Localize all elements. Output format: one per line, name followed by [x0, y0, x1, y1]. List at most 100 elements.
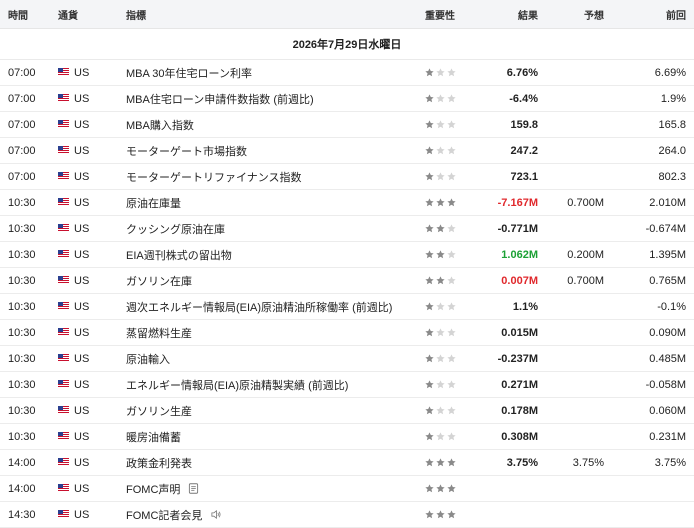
- event-indicator-label[interactable]: クッシング原油在庫: [126, 221, 225, 237]
- event-time: 10:30: [8, 300, 36, 313]
- event-indicator-label[interactable]: 原油在庫量: [126, 195, 181, 211]
- table-row[interactable]: 14:30 US FOMC記者会見: [0, 502, 694, 528]
- event-indicator[interactable]: 暖房油備蓄: [126, 429, 181, 445]
- event-indicator-label[interactable]: 暖房油備蓄: [126, 429, 181, 445]
- us-flag-icon: [58, 406, 69, 414]
- event-previous: 6.69%: [654, 66, 686, 79]
- table-row[interactable]: 10:30 US 週次エネルギー情報局(EIA)原油精油所稼働率 (前週比) 1.1%…: [0, 294, 694, 320]
- star-filled-icon: [425, 146, 434, 155]
- event-indicator[interactable]: FOMC記者会見: [126, 507, 221, 523]
- event-indicator-label[interactable]: MBA 30年住宅ローン利率: [126, 65, 252, 81]
- event-indicator-label[interactable]: MBA購入指数: [126, 117, 194, 133]
- event-currency: US: [74, 326, 90, 339]
- table-row[interactable]: 10:30 US ガソリン在庫 0.007M 0.700M 0.765M: [0, 268, 694, 294]
- event-actual: 1.1%: [512, 300, 538, 313]
- event-indicator[interactable]: エネルギー情報局(EIA)原油精製実績 (前週比): [126, 377, 348, 393]
- table-row[interactable]: 07:00 US MBA住宅ローン申請件数指数 (前週比) -6.4% 1.9%: [0, 86, 694, 112]
- star-empty-icon: [447, 94, 456, 103]
- event-currency: US: [74, 274, 90, 287]
- table-row[interactable]: 07:00 US MBA購入指数 159.8 165.8: [0, 112, 694, 138]
- event-indicator-label[interactable]: モーターゲートリファイナンス指数: [126, 169, 302, 185]
- star-empty-icon: [436, 94, 445, 103]
- event-indicator[interactable]: MBA住宅ローン申請件数指数 (前週比): [126, 91, 314, 107]
- event-indicator-label[interactable]: 蒸留燃料生産: [126, 325, 192, 341]
- event-actual: 6.76%: [506, 66, 538, 79]
- event-previous: 264.0: [658, 144, 686, 157]
- event-indicator-label[interactable]: 週次エネルギー情報局(EIA)原油精油所稼働率 (前週比): [126, 299, 392, 315]
- star-filled-icon: [425, 510, 434, 519]
- event-indicator[interactable]: 週次エネルギー情報局(EIA)原油精油所稼働率 (前週比): [126, 299, 392, 315]
- table-row[interactable]: 14:00 US FOMC声明: [0, 476, 694, 502]
- event-time: 10:30: [8, 274, 36, 287]
- table-row[interactable]: 10:30 US 原油在庫量 -7.167M 0.700M 2.010M: [0, 190, 694, 216]
- star-filled-icon: [447, 458, 456, 467]
- event-indicator[interactable]: 政策金利発表: [126, 455, 192, 471]
- table-row[interactable]: 07:00 US MBA 30年住宅ローン利率 6.76% 6.69%: [0, 60, 694, 86]
- table-row[interactable]: 10:30 US EIA週刊株式の留出物 1.062M 0.200M 1.395M: [0, 242, 694, 268]
- us-flag-icon: [58, 68, 69, 76]
- table-row[interactable]: 10:30 US 蒸留燃料生産 0.015M 0.090M: [0, 320, 694, 346]
- star-filled-icon: [425, 328, 434, 337]
- event-indicator-label[interactable]: EIA週刊株式の留出物: [126, 247, 232, 263]
- event-indicator[interactable]: ガソリン生産: [126, 403, 192, 419]
- date-label: 2026年7月29日水曜日: [292, 39, 402, 51]
- event-indicator-label[interactable]: エネルギー情報局(EIA)原油精製実績 (前週比): [126, 377, 348, 393]
- event-indicator-label[interactable]: ガソリン生産: [126, 403, 192, 419]
- header-forecast: 予想: [584, 10, 604, 22]
- star-filled-icon: [425, 94, 434, 103]
- table-row[interactable]: 10:30 US クッシング原油在庫 -0.771M -0.674M: [0, 216, 694, 242]
- event-indicator[interactable]: EIA週刊株式の留出物: [126, 247, 232, 263]
- table-row[interactable]: 10:30 US ガソリン生産 0.178M 0.060M: [0, 398, 694, 424]
- header-time: 時間: [8, 10, 28, 22]
- event-actual: -7.167M: [497, 196, 538, 209]
- event-time: 14:00: [8, 456, 36, 469]
- table-row[interactable]: 07:00 US モーターゲート市場指数 247.2 264.0: [0, 138, 694, 164]
- event-previous: 0.090M: [649, 326, 686, 339]
- importance-stars: [425, 380, 456, 389]
- table-row[interactable]: 10:30 US 原油輸入 -0.237M 0.485M: [0, 346, 694, 372]
- table-row[interactable]: 14:00 US 政策金利発表 3.75% 3.75% 3.75%: [0, 450, 694, 476]
- us-flag-icon: [58, 146, 69, 154]
- event-indicator-label[interactable]: ガソリン在庫: [126, 273, 192, 289]
- importance-stars: [425, 484, 456, 493]
- star-filled-icon: [425, 432, 434, 441]
- importance-stars: [425, 68, 456, 77]
- us-flag-icon: [58, 510, 69, 518]
- table-row[interactable]: 10:30 US エネルギー情報局(EIA)原油精製実績 (前週比) 0.271M -0…: [0, 372, 694, 398]
- table-row[interactable]: 10:30 US 暖房油備蓄 0.308M 0.231M: [0, 424, 694, 450]
- document-icon[interactable]: [188, 483, 199, 494]
- event-indicator-label[interactable]: FOMC記者会見: [126, 507, 202, 523]
- star-filled-icon: [436, 250, 445, 259]
- star-filled-icon: [447, 484, 456, 493]
- event-indicator-label[interactable]: 政策金利発表: [126, 455, 192, 471]
- event-indicator-label[interactable]: 原油輸入: [126, 351, 170, 367]
- event-indicator[interactable]: クッシング原油在庫: [126, 221, 225, 237]
- event-previous: -0.058M: [645, 378, 686, 391]
- event-indicator-label[interactable]: FOMC声明: [126, 481, 180, 497]
- event-indicator[interactable]: モーターゲート市場指数: [126, 143, 247, 159]
- star-filled-icon: [425, 276, 434, 285]
- star-empty-icon: [447, 354, 456, 363]
- event-indicator[interactable]: モーターゲートリファイナンス指数: [126, 169, 302, 185]
- us-flag-icon: [58, 276, 69, 284]
- table-row[interactable]: 07:00 US モーターゲートリファイナンス指数 723.1 802.3: [0, 164, 694, 190]
- star-empty-icon: [436, 328, 445, 337]
- event-indicator[interactable]: MBA購入指数: [126, 117, 194, 133]
- event-indicator[interactable]: MBA 30年住宅ローン利率: [126, 65, 252, 81]
- event-indicator[interactable]: 原油在庫量: [126, 195, 181, 211]
- event-indicator-label[interactable]: MBA住宅ローン申請件数指数 (前週比): [126, 91, 314, 107]
- star-filled-icon: [425, 458, 434, 467]
- us-flag-icon: [58, 224, 69, 232]
- us-flag-icon: [58, 328, 69, 336]
- event-time: 10:30: [8, 404, 36, 417]
- event-indicator[interactable]: 原油輸入: [126, 351, 170, 367]
- star-filled-icon: [425, 250, 434, 259]
- event-indicator[interactable]: ガソリン在庫: [126, 273, 192, 289]
- star-filled-icon: [447, 198, 456, 207]
- event-actual: 0.007M: [501, 274, 538, 287]
- event-indicator[interactable]: 蒸留燃料生産: [126, 325, 192, 341]
- event-indicator-label[interactable]: モーターゲート市場指数: [126, 143, 247, 159]
- star-filled-icon: [447, 510, 456, 519]
- event-indicator[interactable]: FOMC声明: [126, 481, 199, 497]
- speaker-icon[interactable]: [210, 509, 221, 520]
